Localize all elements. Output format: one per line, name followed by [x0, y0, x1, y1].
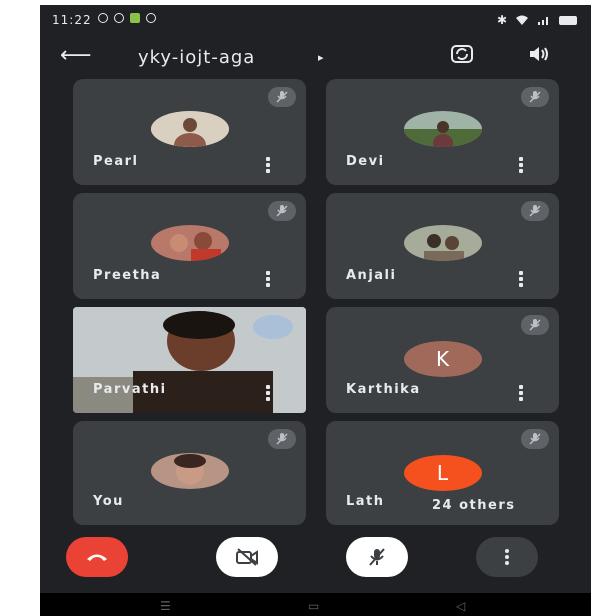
back-arrow-icon[interactable]: ⟵	[60, 43, 92, 68]
mic-muted-icon	[268, 429, 296, 449]
more-options-icon[interactable]	[266, 157, 270, 173]
participant-tile[interactable]: K Karthika	[326, 307, 559, 413]
others-count-badge[interactable]: 24 others	[418, 493, 530, 517]
mic-muted-icon	[521, 201, 549, 221]
mic-muted-icon	[521, 315, 549, 335]
meeting-top-bar: ⟵ yky-iojt-aga ▸	[40, 37, 591, 77]
battery-icon	[559, 15, 577, 25]
more-vert-icon	[505, 549, 509, 565]
more-options-button[interactable]	[476, 537, 538, 577]
participant-tile-self[interactable]: You	[73, 421, 306, 525]
hang-up-icon	[87, 554, 107, 561]
bluetooth-icon: ✱	[496, 13, 507, 27]
participant-tile[interactable]: Pearl	[73, 79, 306, 185]
camera-off-icon	[236, 548, 258, 566]
mic-muted-icon	[268, 201, 296, 221]
avatar	[403, 111, 482, 147]
notification-icon	[146, 13, 156, 23]
mic-muted-icon	[521, 87, 549, 107]
participant-tile-group[interactable]: L Lath 24 others	[326, 421, 559, 525]
participant-tile[interactable]: Devi	[326, 79, 559, 185]
meeting-code[interactable]: yky-iojt-aga	[138, 47, 255, 68]
more-options-icon[interactable]	[266, 385, 270, 401]
meet-app-screen: 11:22 ✱ ⟵ yky-iojt-aga ▸ Pearl Devi Pree…	[40, 5, 591, 616]
camera-toggle-button[interactable]	[216, 537, 278, 577]
android-nav-bar: ☰ ▭ ◁	[40, 593, 591, 616]
switch-camera-icon[interactable]	[450, 43, 474, 65]
avatar	[150, 453, 229, 489]
status-bar: 11:22 ✱	[40, 5, 591, 33]
more-options-icon[interactable]	[519, 157, 523, 173]
more-options-icon[interactable]	[266, 271, 270, 287]
status-time: 11:22	[52, 13, 92, 27]
participant-name: Devi	[346, 154, 385, 169]
app-notification-icon	[130, 13, 140, 23]
back-nav-icon[interactable]: ◁	[456, 599, 465, 613]
meeting-info-caret-icon[interactable]: ▸	[318, 51, 324, 64]
more-options-icon[interactable]	[519, 385, 523, 401]
whatsapp-icon	[114, 13, 124, 23]
participant-video	[73, 307, 306, 413]
more-options-icon[interactable]	[519, 271, 523, 287]
home-icon[interactable]: ▭	[308, 599, 319, 613]
wifi-icon	[516, 15, 528, 25]
participant-name: Preetha	[93, 268, 162, 283]
call-controls	[40, 531, 591, 587]
notification-icon	[98, 13, 108, 23]
speaker-icon[interactable]	[528, 45, 550, 63]
mic-toggle-button[interactable]	[346, 537, 408, 577]
system-icons: ✱	[497, 13, 577, 27]
mic-muted-icon	[521, 429, 549, 449]
avatar	[403, 225, 482, 261]
participant-name: You	[93, 494, 124, 509]
avatar-initial: L	[403, 455, 482, 491]
participant-tile[interactable]: Preetha	[73, 193, 306, 299]
mic-off-icon	[369, 548, 385, 566]
avatar-initial: K	[403, 341, 482, 377]
participant-name: Anjali	[346, 268, 397, 283]
participant-tile[interactable]: Anjali	[326, 193, 559, 299]
mic-muted-icon	[268, 87, 296, 107]
notification-icons	[98, 13, 156, 23]
participant-name: Lath	[346, 494, 385, 509]
end-call-button[interactable]	[66, 537, 128, 577]
participant-name: Parvathi	[93, 382, 167, 397]
recents-icon[interactable]: ☰	[160, 599, 171, 613]
participant-name: Pearl	[93, 154, 139, 169]
avatar	[150, 111, 229, 147]
participant-name: Karthika	[346, 382, 421, 397]
participant-video-tile[interactable]: Parvathi	[73, 307, 306, 413]
avatar	[150, 225, 229, 261]
signal-icon	[538, 17, 548, 25]
